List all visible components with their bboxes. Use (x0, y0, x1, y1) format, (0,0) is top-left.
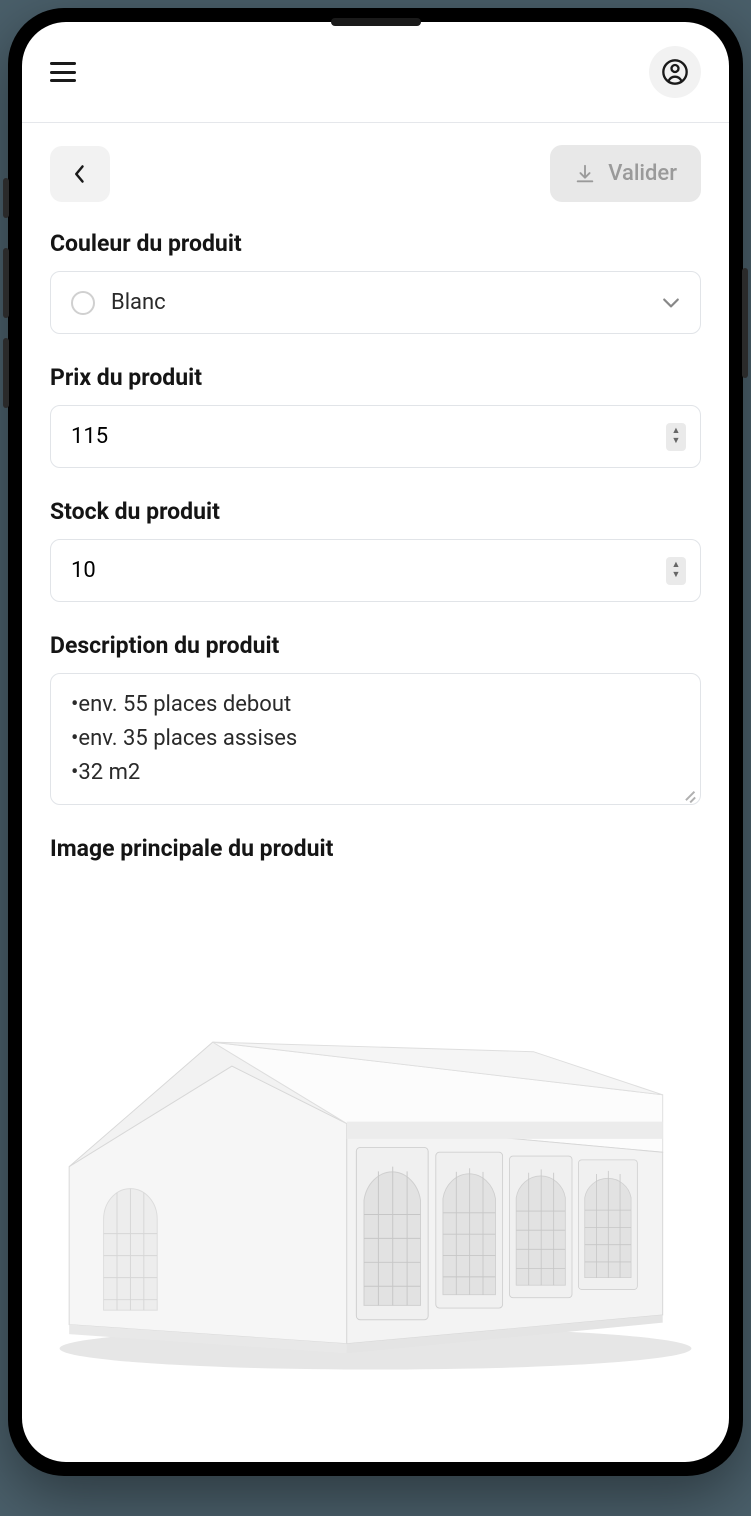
field-main-image-label: Image principale du produit (50, 835, 701, 862)
download-icon (574, 163, 596, 185)
color-swatch (71, 291, 95, 315)
stock-stepper[interactable]: ▲▼ (666, 557, 686, 585)
back-button[interactable] (50, 146, 110, 202)
description-line: •env. 35 places assises (71, 722, 680, 756)
field-stock: Stock du produit ▲▼ (50, 498, 701, 602)
chevron-left-icon (73, 164, 87, 184)
phone-frame: Valider Couleur du produit Blanc Prix du… (8, 8, 743, 1476)
validate-button[interactable]: Valider (550, 145, 701, 202)
phone-side-button (3, 338, 9, 408)
product-image (50, 882, 701, 1382)
field-price-label: Prix du produit (50, 364, 701, 391)
price-input-wrapper: ▲▼ (50, 405, 701, 468)
form-content: Couleur du produit Blanc Prix du produit (22, 224, 729, 1462)
color-select[interactable]: Blanc (50, 271, 701, 334)
validate-button-label: Valider (608, 161, 677, 186)
field-color: Couleur du produit Blanc (50, 230, 701, 334)
field-description-label: Description du produit (50, 632, 701, 659)
phone-side-button (742, 268, 748, 378)
field-color-label: Couleur du produit (50, 230, 701, 257)
menu-icon[interactable] (50, 62, 76, 82)
price-input[interactable] (71, 424, 640, 449)
field-main-image: Image principale du produit (50, 835, 701, 1382)
description-line: •32 m2 (71, 756, 680, 790)
phone-side-button (3, 248, 9, 318)
account-button[interactable] (649, 46, 701, 98)
phone-speaker (331, 18, 421, 26)
field-price: Prix du produit ▲▼ (50, 364, 701, 468)
field-stock-label: Stock du produit (50, 498, 701, 525)
stock-input-wrapper: ▲▼ (50, 539, 701, 602)
app-header (22, 22, 729, 123)
tent-illustration (50, 882, 701, 1382)
description-textarea[interactable]: •env. 55 places debout •env. 35 places a… (50, 673, 701, 805)
user-circle-icon (661, 58, 689, 86)
price-stepper[interactable]: ▲▼ (666, 423, 686, 451)
resize-handle-icon[interactable] (682, 786, 696, 800)
stock-input[interactable] (71, 558, 640, 583)
field-description: Description du produit •env. 55 places d… (50, 632, 701, 805)
toolbar: Valider (22, 123, 729, 224)
chevron-down-icon (662, 297, 680, 309)
description-line: •env. 55 places debout (71, 688, 680, 722)
phone-side-button (3, 178, 9, 218)
color-select-value: Blanc (111, 290, 166, 315)
app-screen: Valider Couleur du produit Blanc Prix du… (22, 22, 729, 1462)
